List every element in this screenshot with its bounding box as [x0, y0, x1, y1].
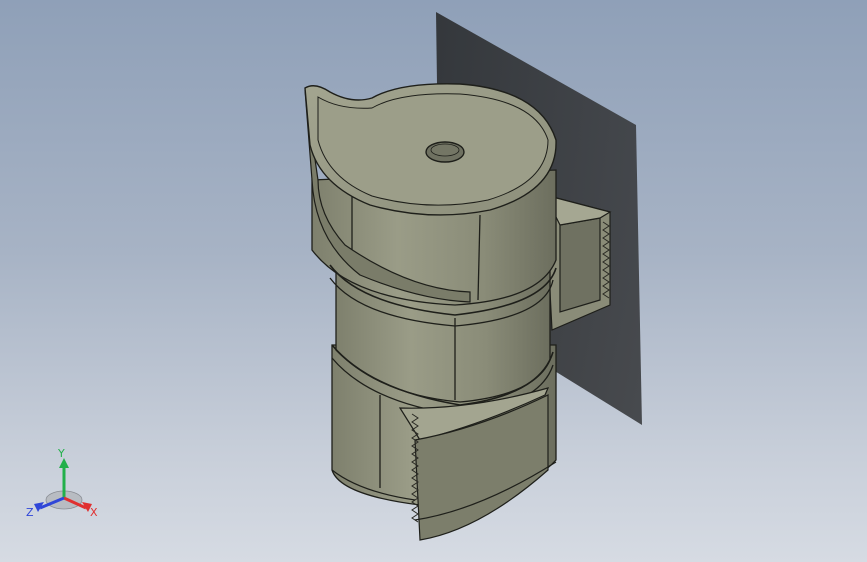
triad-x-label: X	[90, 506, 98, 519]
orientation-triad[interactable]: Y X Z	[22, 444, 112, 534]
3d-model-view[interactable]	[0, 0, 867, 562]
triad-z-label: Z	[26, 506, 34, 519]
triad-y-label: Y	[57, 447, 65, 460]
graphics-viewport[interactable]: Y X Z	[0, 0, 867, 562]
